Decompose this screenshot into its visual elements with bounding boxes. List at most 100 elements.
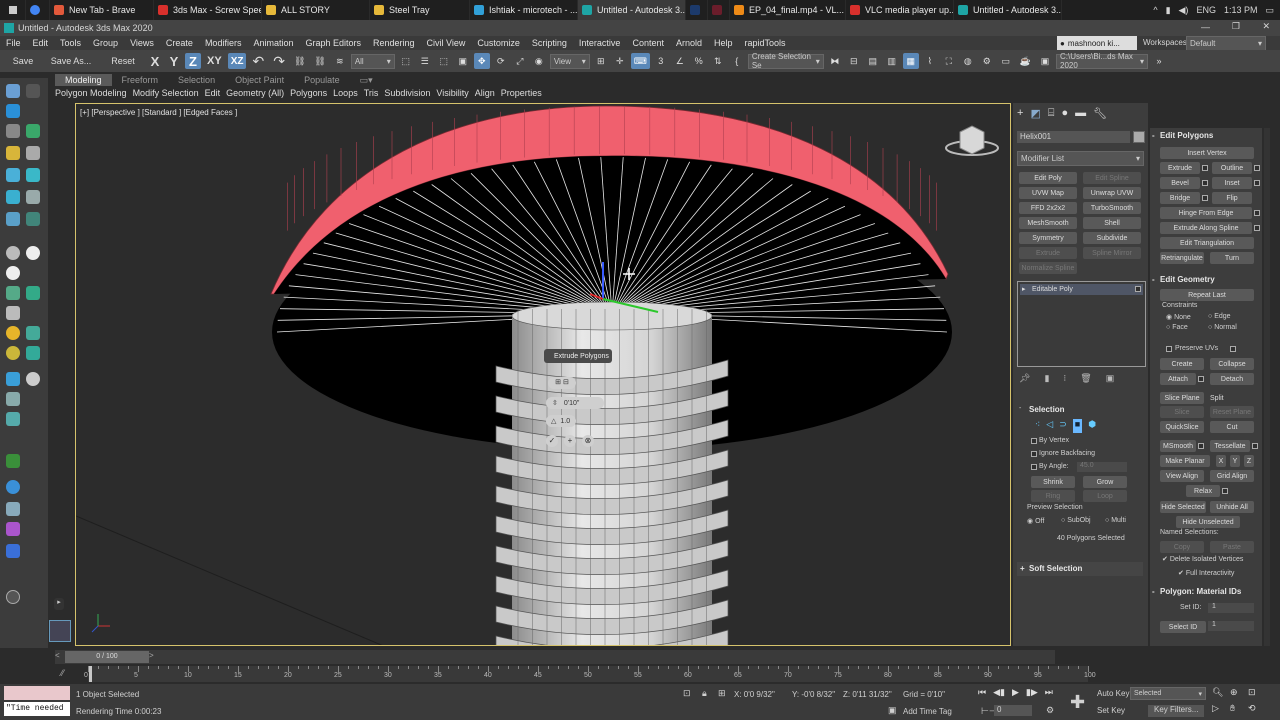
taskbar-tab-0[interactable]: New Tab - Brave bbox=[50, 0, 154, 20]
ignore-backfacing-checkbox[interactable] bbox=[1031, 451, 1037, 457]
minus-icon[interactable]: - bbox=[1152, 275, 1155, 284]
edit-named-selection-icon[interactable]: { bbox=[729, 53, 745, 69]
minus-icon[interactable]: - bbox=[1152, 587, 1155, 596]
utilities-tab-icon[interactable]: 🔧︎ bbox=[1093, 107, 1107, 125]
menu-content[interactable]: Content bbox=[626, 38, 670, 48]
ring-button[interactable]: Ring bbox=[1031, 490, 1075, 502]
minimize-button[interactable]: — bbox=[1201, 22, 1210, 32]
hide-selected-button[interactable]: Hide Selected bbox=[1160, 501, 1206, 513]
time-slider-thumb[interactable]: 0 / 100 bbox=[65, 651, 149, 663]
menu-help[interactable]: Help bbox=[708, 38, 739, 48]
toggle-x-icon[interactable] bbox=[26, 84, 40, 98]
insert-vertex-button[interactable]: Insert Vertex bbox=[1160, 147, 1254, 159]
workspace-dropdown[interactable]: Default ▾ bbox=[1186, 36, 1266, 51]
unlink-icon[interactable]: ⛓ bbox=[311, 53, 328, 69]
copy-button[interactable]: Copy bbox=[1160, 541, 1204, 553]
bevel-settings-icon[interactable] bbox=[1202, 180, 1208, 186]
taskbar-tab-9[interactable]: VLC media player up... bbox=[846, 0, 954, 20]
selection-filter-dropdown[interactable]: All ▾ bbox=[350, 53, 395, 69]
frame-ruler[interactable]: ⁄⁄ 0 5 10 15 20 25 30 35 40 45 50 55 60 65 70 75 80 85 90 9… bbox=[55, 666, 1096, 682]
tab-object-paint[interactable]: Object Paint bbox=[225, 74, 294, 86]
caddy-outline-field[interactable]: △ 1.0 bbox=[546, 415, 576, 427]
save-button[interactable]: Save bbox=[6, 53, 40, 69]
sphere-icon[interactable] bbox=[6, 190, 20, 204]
taskbar-tab-7[interactable] bbox=[708, 0, 730, 20]
modifier-button-ffd-2x2x2[interactable]: FFD 2x2x2 bbox=[1019, 202, 1077, 214]
viewport-label[interactable]: [+] [Perspective ] [Standard ] [Edged Fa… bbox=[80, 108, 237, 117]
time-slider[interactable]: < 0 / 100 > bbox=[55, 650, 1055, 664]
repeat-last-button[interactable]: Repeat Last bbox=[1160, 289, 1254, 301]
mirror-icon[interactable]: ⧓ bbox=[827, 53, 843, 69]
ribbon-modify-selection[interactable]: Modify Selection bbox=[130, 88, 202, 98]
zoom-extents-icon[interactable]: ⊡ bbox=[1248, 687, 1264, 701]
expand-icon[interactable]: ▸ bbox=[1022, 284, 1026, 295]
taskbar-tab-10[interactable]: Untitled - Autodesk 3... bbox=[954, 0, 1062, 20]
modifier-button-extrude[interactable]: Extrude bbox=[1019, 247, 1077, 259]
redo-icon[interactable]: ↷ bbox=[270, 53, 288, 69]
link-tool-icon[interactable] bbox=[26, 346, 40, 360]
fov-icon[interactable]: ▷ bbox=[1212, 703, 1228, 717]
helper-icon[interactable] bbox=[6, 372, 20, 386]
tab-freeform[interactable]: Freeform bbox=[112, 74, 169, 86]
browser-icon[interactable] bbox=[26, 0, 50, 20]
align-icon[interactable]: ⊟ bbox=[846, 53, 862, 69]
modifier-button-uvw-map[interactable]: UVW Map bbox=[1019, 187, 1077, 199]
by-vertex-checkbox[interactable] bbox=[1031, 438, 1037, 444]
material-icon[interactable] bbox=[6, 522, 20, 536]
constraint-face-radio[interactable]: ○ Face bbox=[1166, 324, 1188, 331]
ribbon-subdivision[interactable]: Subdivision bbox=[381, 88, 433, 98]
render-setup-icon[interactable]: ⚙ bbox=[979, 53, 995, 69]
modifier-button-spline-mirror[interactable]: Spline Mirror bbox=[1083, 247, 1141, 259]
slider-right-arrow[interactable]: > bbox=[149, 651, 159, 663]
ribbon-loops[interactable]: Loops bbox=[330, 88, 361, 98]
pivot-center-icon[interactable]: ⊞ bbox=[593, 53, 609, 69]
ribbon-polygons[interactable]: Polygons bbox=[287, 88, 330, 98]
spline-icon[interactable] bbox=[26, 212, 40, 226]
percent-snap-icon[interactable]: % bbox=[691, 53, 707, 69]
spinner-snap-icon[interactable]: ⇅ bbox=[710, 53, 726, 69]
configure-modifier-sets-icon[interactable]: ▣ bbox=[1106, 373, 1115, 385]
language-indicator[interactable]: ENG bbox=[1196, 5, 1216, 15]
menu-modifiers[interactable]: Modifiers bbox=[199, 38, 248, 48]
remove-modifier-icon[interactable]: 🗑︎ bbox=[1080, 373, 1091, 385]
soft-selection-rollout[interactable]: + Soft Selection bbox=[1017, 562, 1143, 576]
user-account-dropdown[interactable]: ● mashnoon ki... bbox=[1057, 36, 1137, 50]
named-selection-dropdown[interactable]: Create Selection Se ▾ bbox=[747, 52, 824, 70]
move-icon[interactable]: ✥ bbox=[473, 53, 490, 69]
sun-icon[interactable] bbox=[6, 326, 20, 340]
restore-button[interactable]: ❐ bbox=[1232, 21, 1240, 32]
hierarchy-tab-icon[interactable]: ⌸ bbox=[1048, 107, 1055, 125]
reference-coordinate-dropdown[interactable]: View ▾ bbox=[549, 53, 590, 69]
axis-y-button[interactable]: Y bbox=[166, 53, 182, 69]
tessellate-settings-icon[interactable] bbox=[1252, 443, 1258, 449]
display-tab-icon[interactable]: ▬ bbox=[1075, 107, 1086, 125]
notification-icon[interactable]: ▭ bbox=[1265, 5, 1274, 16]
selection-rollout-header[interactable]: Selection bbox=[1029, 405, 1065, 414]
absolute-mode-icon[interactable]: ⊞ bbox=[718, 688, 726, 699]
chevron-up-icon[interactable]: ^ bbox=[1153, 5, 1157, 15]
set-id-spinner[interactable]: 1 bbox=[1208, 603, 1254, 613]
preserve-uvs-settings-icon[interactable] bbox=[1230, 346, 1236, 352]
vertex-level-icon[interactable]: ⁖ bbox=[1035, 419, 1040, 433]
hide-unselected-button[interactable]: Hide Unselected bbox=[1176, 516, 1240, 528]
reset-plane-button[interactable]: Reset Plane bbox=[1210, 406, 1254, 418]
zoom-icon[interactable]: 🔍︎ bbox=[1212, 687, 1228, 701]
viewcube[interactable] bbox=[945, 125, 999, 156]
extrude-spline-settings-icon[interactable] bbox=[1254, 225, 1260, 231]
select-id-button[interactable]: Select ID bbox=[1160, 621, 1206, 633]
minus-icon[interactable]: - bbox=[1019, 405, 1021, 412]
taskbar-tab-5[interactable]: Untitled - Autodesk 3... bbox=[578, 0, 686, 20]
current-frame-marker[interactable] bbox=[89, 666, 92, 682]
relax-settings-icon[interactable] bbox=[1222, 488, 1228, 494]
y-coordinate[interactable]: Y: -0'0 8/32" bbox=[792, 690, 835, 699]
menu-arnold[interactable]: Arnold bbox=[670, 38, 708, 48]
caddy-height-field[interactable]: ⇳ 0'10" bbox=[546, 397, 604, 409]
time-configuration-icon[interactable]: ⁄⁄ bbox=[61, 668, 64, 678]
time-configuration-button[interactable]: ⚙ bbox=[1046, 705, 1054, 716]
modifier-button-meshsmooth[interactable]: MeshSmooth bbox=[1019, 217, 1077, 229]
preserve-uvs-checkbox[interactable] bbox=[1166, 346, 1172, 352]
menu-customize[interactable]: Customize bbox=[471, 38, 526, 48]
taskbar-tab-8[interactable]: EP_04_final.mp4 - VL... bbox=[730, 0, 846, 20]
tab-selection[interactable]: Selection bbox=[168, 74, 225, 86]
shrink-button[interactable]: Shrink bbox=[1031, 476, 1075, 488]
